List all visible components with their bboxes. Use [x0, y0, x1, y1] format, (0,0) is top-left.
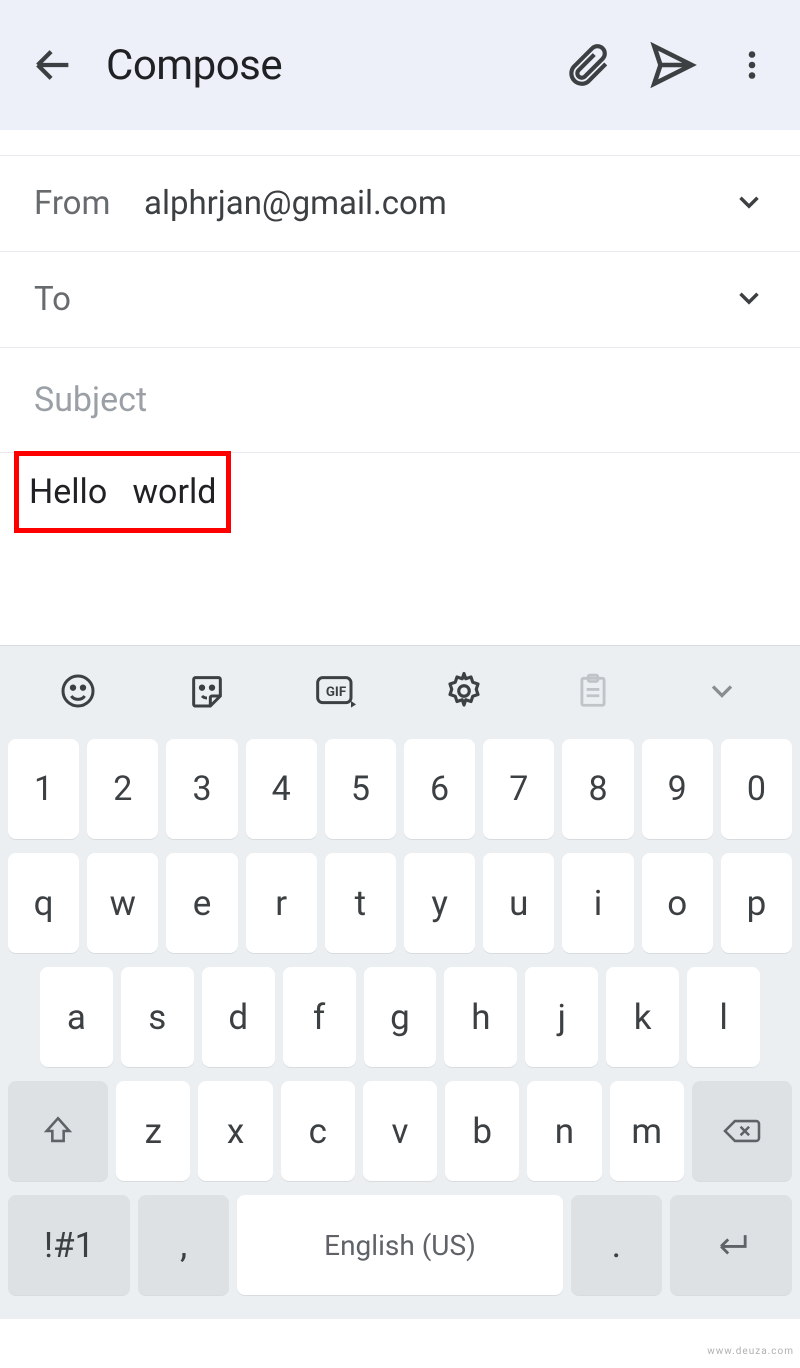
watermark: www.deuza.com — [707, 1346, 794, 1357]
subject-placeholder: Subject — [34, 380, 147, 420]
sticker-icon[interactable] — [185, 669, 229, 713]
gif-icon[interactable]: GIF — [314, 669, 358, 713]
key-m[interactable]: m — [610, 1081, 684, 1181]
key-a[interactable]: a — [40, 967, 113, 1067]
key-0[interactable]: 0 — [721, 739, 792, 839]
key-s[interactable]: s — [121, 967, 194, 1067]
key-l[interactable]: l — [687, 967, 760, 1067]
send-icon[interactable] — [648, 40, 698, 90]
key-g[interactable]: g — [364, 967, 437, 1067]
svg-text:GIF: GIF — [325, 685, 346, 700]
backspace-key[interactable] — [692, 1081, 792, 1181]
key-w[interactable]: w — [87, 853, 158, 953]
key-u[interactable]: u — [483, 853, 554, 953]
clipboard-icon — [571, 669, 615, 713]
key-8[interactable]: 8 — [562, 739, 633, 839]
key-4[interactable]: 4 — [246, 739, 317, 839]
more-menu-icon[interactable] — [734, 40, 770, 90]
keyboard-row-letters2: asdfghjkl — [8, 967, 792, 1067]
key-h[interactable]: h — [444, 967, 517, 1067]
key-1[interactable]: 1 — [8, 739, 79, 839]
keyboard-row-letters1: qwertyuiop — [8, 853, 792, 953]
collapse-chevron-icon[interactable] — [700, 669, 744, 713]
key-p[interactable]: p — [721, 853, 792, 953]
enter-key[interactable] — [670, 1195, 792, 1295]
key-r[interactable]: r — [246, 853, 317, 953]
key-c[interactable]: c — [281, 1081, 355, 1181]
key-x[interactable]: x — [198, 1081, 272, 1181]
from-label: From — [34, 184, 114, 223]
space-key[interactable]: English (US) — [237, 1195, 563, 1295]
header-gap — [0, 130, 800, 155]
key-f[interactable]: f — [283, 967, 356, 1067]
key-i[interactable]: i — [562, 853, 633, 953]
key-k[interactable]: k — [606, 967, 679, 1067]
emoji-icon[interactable] — [56, 669, 100, 713]
shift-key[interactable] — [8, 1081, 108, 1181]
keyboard-row-letters3: zxcvbnm — [8, 1081, 792, 1181]
key-o[interactable]: o — [642, 853, 713, 953]
back-arrow-icon[interactable] — [30, 42, 76, 88]
key-9[interactable]: 9 — [642, 739, 713, 839]
keyboard-row-bottom: !#1 , English (US) . — [8, 1195, 792, 1295]
keyboard-toolbar: GIF — [0, 645, 800, 735]
comma-key[interactable]: , — [138, 1195, 229, 1295]
key-j[interactable]: j — [525, 967, 598, 1067]
key-5[interactable]: 5 — [325, 739, 396, 839]
key-q[interactable]: q — [8, 853, 79, 953]
page-title: Compose — [106, 41, 282, 90]
body-text[interactable]: Hello world — [29, 472, 216, 512]
key-z[interactable]: z — [116, 1081, 190, 1181]
key-b[interactable]: b — [445, 1081, 519, 1181]
key-d[interactable]: d — [202, 967, 275, 1067]
period-key[interactable]: . — [571, 1195, 662, 1295]
to-field[interactable]: To — [0, 252, 800, 347]
header-left: Compose — [30, 41, 282, 90]
key-6[interactable]: 6 — [404, 739, 475, 839]
to-label: To — [34, 280, 114, 319]
subject-field[interactable]: Subject — [0, 348, 800, 452]
keyboard-row-numbers: 1234567890 — [8, 739, 792, 839]
key-7[interactable]: 7 — [483, 739, 554, 839]
chevron-down-icon[interactable] — [732, 185, 766, 223]
header-right — [562, 40, 770, 90]
key-e[interactable]: e — [166, 853, 237, 953]
key-v[interactable]: v — [363, 1081, 437, 1181]
from-value: alphrjan@gmail.com — [144, 184, 447, 223]
from-field[interactable]: From alphrjan@gmail.com — [0, 156, 800, 251]
attachment-icon[interactable] — [562, 40, 612, 90]
key-t[interactable]: t — [325, 853, 396, 953]
settings-icon[interactable] — [442, 669, 486, 713]
chevron-down-icon[interactable] — [732, 281, 766, 319]
key-y[interactable]: y — [404, 853, 475, 953]
highlight-box: Hello world — [14, 451, 231, 533]
compose-header: Compose — [0, 0, 800, 130]
key-n[interactable]: n — [527, 1081, 601, 1181]
symbols-key[interactable]: !#1 — [8, 1195, 130, 1295]
keyboard: 1234567890 qwertyuiop asdfghjkl zxcvbnm … — [0, 735, 800, 1319]
key-2[interactable]: 2 — [87, 739, 158, 839]
key-3[interactable]: 3 — [166, 739, 237, 839]
email-body-area[interactable]: Hello world — [0, 453, 800, 645]
